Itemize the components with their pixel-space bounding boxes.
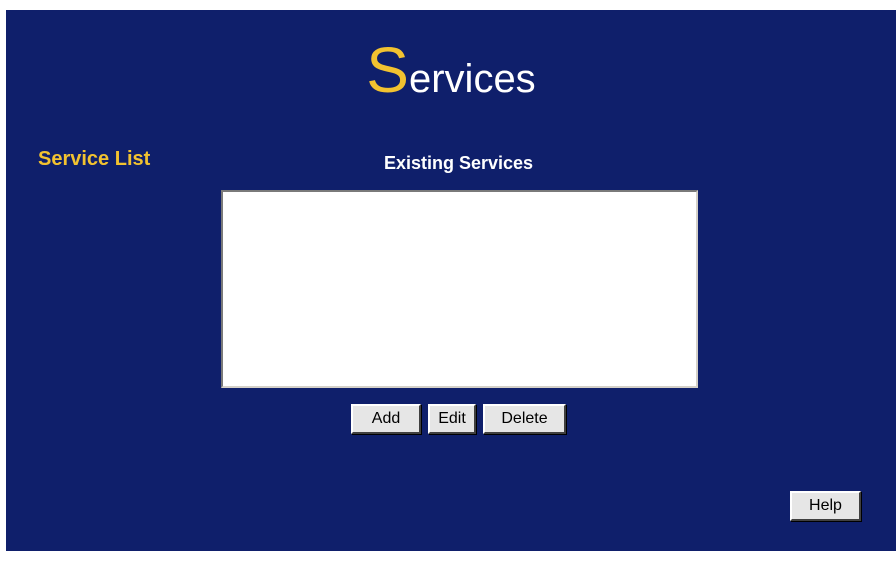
page-title-rest: ervices [408,57,536,101]
page-title: Services [6,38,896,102]
page-title-initial: S [366,34,409,106]
existing-services-heading: Existing Services [383,153,534,173]
help-button[interactable]: Help [790,491,861,521]
delete-button[interactable]: Delete [483,404,566,434]
services-panel: Services Service List Existing Services … [6,10,896,551]
section-label-service-list: Service List [38,148,151,170]
edit-button[interactable]: Edit [428,404,476,434]
existing-services-listbox[interactable] [221,190,698,388]
add-button[interactable]: Add [351,404,421,434]
